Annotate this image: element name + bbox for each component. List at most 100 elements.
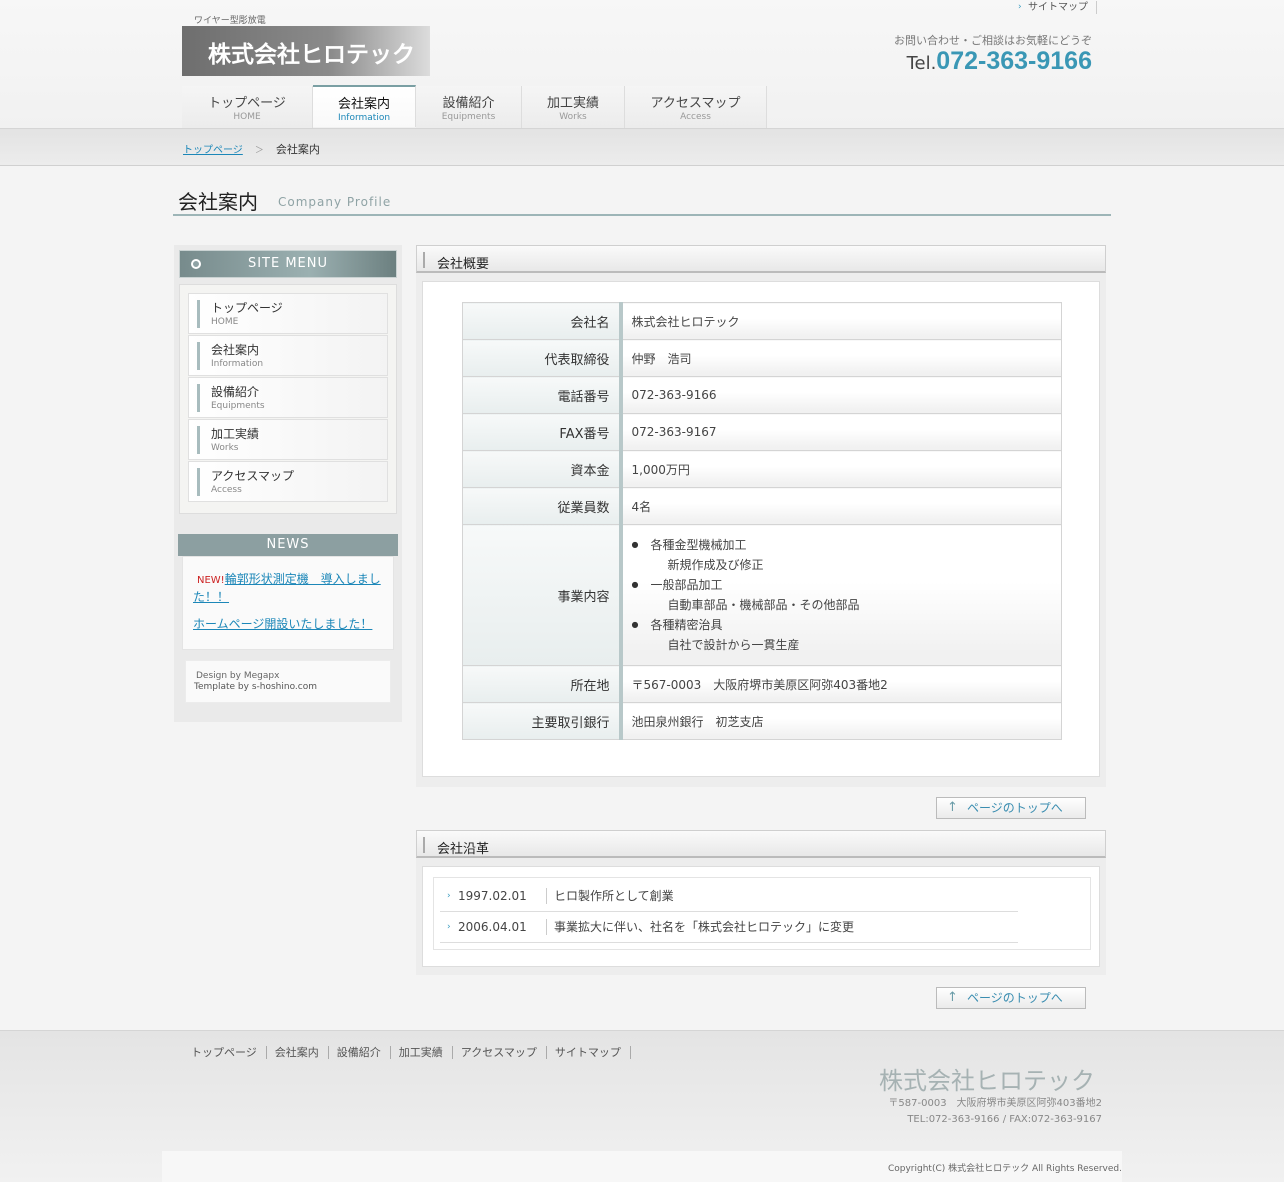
copyright-bar: Copyright(C) 株式会社ヒロテック All Rights Reserv… — [162, 1151, 1122, 1182]
chevron-right-icon: › — [447, 891, 451, 901]
footer-link-sitemap[interactable]: サイトマップ — [547, 1046, 631, 1059]
template-credit: Template by s-hoshino.com — [194, 682, 318, 692]
breadcrumb: トップページ ＞ 会社案内 — [183, 141, 320, 157]
page-title: 会社案内 — [178, 190, 258, 214]
sidebar-item-label: 加工実績 — [211, 427, 260, 441]
copyright: Copyright(C) 株式会社ヒロテック All Rights Reserv… — [887, 1164, 1122, 1174]
sidebar-item-information[interactable]: 会社案内 Information — [188, 335, 388, 376]
sidebar-item-label: アクセスマップ — [211, 469, 295, 483]
list-item: 各種精密治具自社で設計から一貫生産 — [632, 615, 1062, 655]
table-row: 所在地 〒567-0003 大阪府堺市美原区阿弥403番地2 — [462, 665, 1062, 703]
tel-number: 072-363-9166 — [936, 47, 1092, 75]
row-value: 仲野 浩司 — [620, 339, 1062, 377]
footer-company-name: 株式会社ヒロテック — [879, 1067, 1095, 1095]
table-row: FAX番号 072-363-9167 — [462, 413, 1062, 451]
row-value: 072-363-9167 — [620, 413, 1062, 451]
table-row: 会社名 株式会社ヒロテック — [462, 302, 1062, 340]
news-title: NEWS — [178, 534, 398, 556]
nav-item-works[interactable]: 加工実績 Works — [522, 86, 625, 128]
nav-item-home[interactable]: トップページ HOME — [182, 86, 313, 128]
business-detail: 自社で設計から一貫生産 — [667, 638, 800, 652]
nav-sublabel: Information — [337, 113, 391, 123]
table-row: 事業内容 各種金型機械加工新規作成及び修正 一般部品加工自動車部品・機械部品・そ… — [462, 524, 1062, 666]
footer-link-information[interactable]: 会社案内 — [267, 1046, 329, 1059]
news-list: NEW!輪郭形状測定機 導入しました！！ ホームページ開設いたしました！ — [182, 556, 394, 650]
row-value: 〒567-0003 大阪府堺市美原区阿弥403番地2 — [620, 665, 1062, 703]
history-list: › 1997.02.01 ヒロ製作所として創業 › 2006.04.01 事業拡… — [433, 877, 1091, 950]
history-text: 事業拡大に伴い、社名を「株式会社ヒロテック」に変更 — [546, 919, 854, 935]
nav-label: トップページ — [208, 96, 286, 111]
circle-bullet-icon — [191, 259, 201, 269]
logo[interactable]: 株式会社ヒロテック — [182, 26, 430, 76]
credit-box: Design by Megapx Template by s-hoshino.c… — [185, 660, 391, 703]
footer-link-access[interactable]: アクセスマップ — [453, 1046, 547, 1059]
section-heading: 会社概要 — [416, 245, 1106, 273]
row-label: 所在地 — [462, 665, 623, 703]
site-menu-title-text: SITE MENU — [247, 256, 329, 271]
history-date: 2006.04.01 — [458, 920, 527, 934]
news-link[interactable]: ホームページ開設いたしました！ — [193, 617, 372, 631]
row-label: 資本金 — [462, 450, 623, 488]
profile-body: 会社名 株式会社ヒロテック 代表取締役 仲野 浩司 電話番号 072-363-9166… — [422, 281, 1100, 777]
page-top-button[interactable]: ↑ ページのトップへ — [936, 797, 1086, 819]
history-row: › 1997.02.01 ヒロ製作所として創業 — [440, 881, 1018, 912]
sidebar-item-sublabel: Information — [211, 359, 264, 369]
row-value: 4名 — [620, 487, 1062, 525]
business-item: 各種金型機械加工 — [650, 538, 747, 552]
nav-sublabel: HOME — [233, 112, 261, 122]
tel-prefix: Tel. — [906, 53, 937, 74]
sitemap-label: サイトマップ — [1028, 2, 1088, 13]
news-item: ホームページ開設いたしました！ — [193, 616, 383, 633]
row-label: 主要取引銀行 — [462, 702, 623, 740]
nav-item-information[interactable]: 会社案内 Information — [313, 85, 416, 127]
history-section: 会社沿革 › 1997.02.01 ヒロ製作所として創業 › 2006.04.0… — [416, 830, 1106, 975]
row-label: 従業員数 — [462, 487, 623, 525]
footer: トップページ 会社案内 設備紹介 加工実績 アクセスマップ サイトマップ 株式会… — [0, 1030, 1284, 1182]
sidebar-item-works[interactable]: 加工実績 Works — [188, 419, 388, 460]
sidebar-item-sublabel: HOME — [211, 317, 239, 327]
page-subtitle: Company Profile — [278, 195, 392, 209]
row-label: 事業内容 — [462, 524, 623, 666]
footer-nav: トップページ 会社案内 設備紹介 加工実績 アクセスマップ サイトマップ — [183, 1046, 631, 1059]
footer-link-home[interactable]: トップページ — [183, 1046, 267, 1059]
sidebar-item-access[interactable]: アクセスマップ Access — [188, 461, 388, 502]
nav-sublabel: Equipments — [441, 112, 496, 122]
sidebar-item-sublabel: Works — [211, 443, 239, 453]
row-label: 電話番号 — [462, 376, 623, 414]
profile-table: 会社名 株式会社ヒロテック 代表取締役 仲野 浩司 電話番号 072-363-9166… — [462, 302, 1062, 740]
row-value: 株式会社ヒロテック — [620, 302, 1062, 340]
sitemap-link[interactable]: › サイトマップ — [1018, 1, 1097, 14]
business-list: 各種金型機械加工新規作成及び修正 一般部品加工自動車部品・機械部品・その他部品 … — [632, 525, 1062, 665]
breadcrumb-bar: トップページ ＞ 会社案内 — [0, 128, 1284, 166]
sidebar: SITE MENU トップページ HOME 会社案内 Information 設… — [174, 245, 402, 722]
nav-label: 設備紹介 — [442, 96, 495, 111]
nav-label: 会社案内 — [337, 97, 390, 112]
breadcrumb-home-link[interactable]: トップページ — [183, 141, 243, 157]
nav-item-equipments[interactable]: 設備紹介 Equipments — [416, 86, 522, 128]
table-row: 主要取引銀行 池田泉州銀行 初芝支店 — [462, 702, 1062, 740]
row-value: 072-363-9166 — [620, 376, 1062, 414]
footer-contact-line: TEL:072-363-9166 / FAX:072-363-9167 — [907, 1114, 1102, 1125]
sidebar-item-label: トップページ — [211, 301, 283, 315]
sidebar-item-home[interactable]: トップページ HOME — [188, 293, 388, 334]
chevron-right-icon: › — [447, 922, 451, 932]
row-value: 池田泉州銀行 初芝支店 — [620, 702, 1062, 740]
footer-link-works[interactable]: 加工実績 — [391, 1046, 453, 1059]
nav-item-access[interactable]: アクセスマップ Access — [625, 86, 767, 128]
list-item: 一般部品加工自動車部品・機械部品・その他部品 — [632, 575, 1062, 615]
design-credit: Design by Megapx — [196, 671, 280, 681]
page-top-button[interactable]: ↑ ページのトップへ — [936, 987, 1086, 1009]
global-nav: トップページ HOME 会社案内 Information 設備紹介 Equipm… — [182, 85, 767, 128]
table-row: 資本金 1,000万円 — [462, 450, 1062, 488]
row-value: 各種金型機械加工新規作成及び修正 一般部品加工自動車部品・機械部品・その他部品 … — [620, 524, 1062, 666]
history-text: ヒロ製作所として創業 — [546, 888, 674, 904]
header: ワイヤー型彫放電 株式会社ヒロテック › サイトマップ お問い合わせ・ご相談はお… — [0, 0, 1284, 128]
row-label: 代表取締役 — [462, 339, 623, 377]
footer-link-equipments[interactable]: 設備紹介 — [329, 1046, 391, 1059]
arrow-up-icon: ↑ — [947, 800, 958, 815]
nav-sublabel: Works — [559, 112, 587, 122]
history-body: › 1997.02.01 ヒロ製作所として創業 › 2006.04.01 事業拡… — [422, 866, 1100, 967]
sidebar-item-equipments[interactable]: 設備紹介 Equipments — [188, 377, 388, 418]
business-detail: 新規作成及び修正 — [667, 558, 764, 572]
table-row: 電話番号 072-363-9166 — [462, 376, 1062, 414]
